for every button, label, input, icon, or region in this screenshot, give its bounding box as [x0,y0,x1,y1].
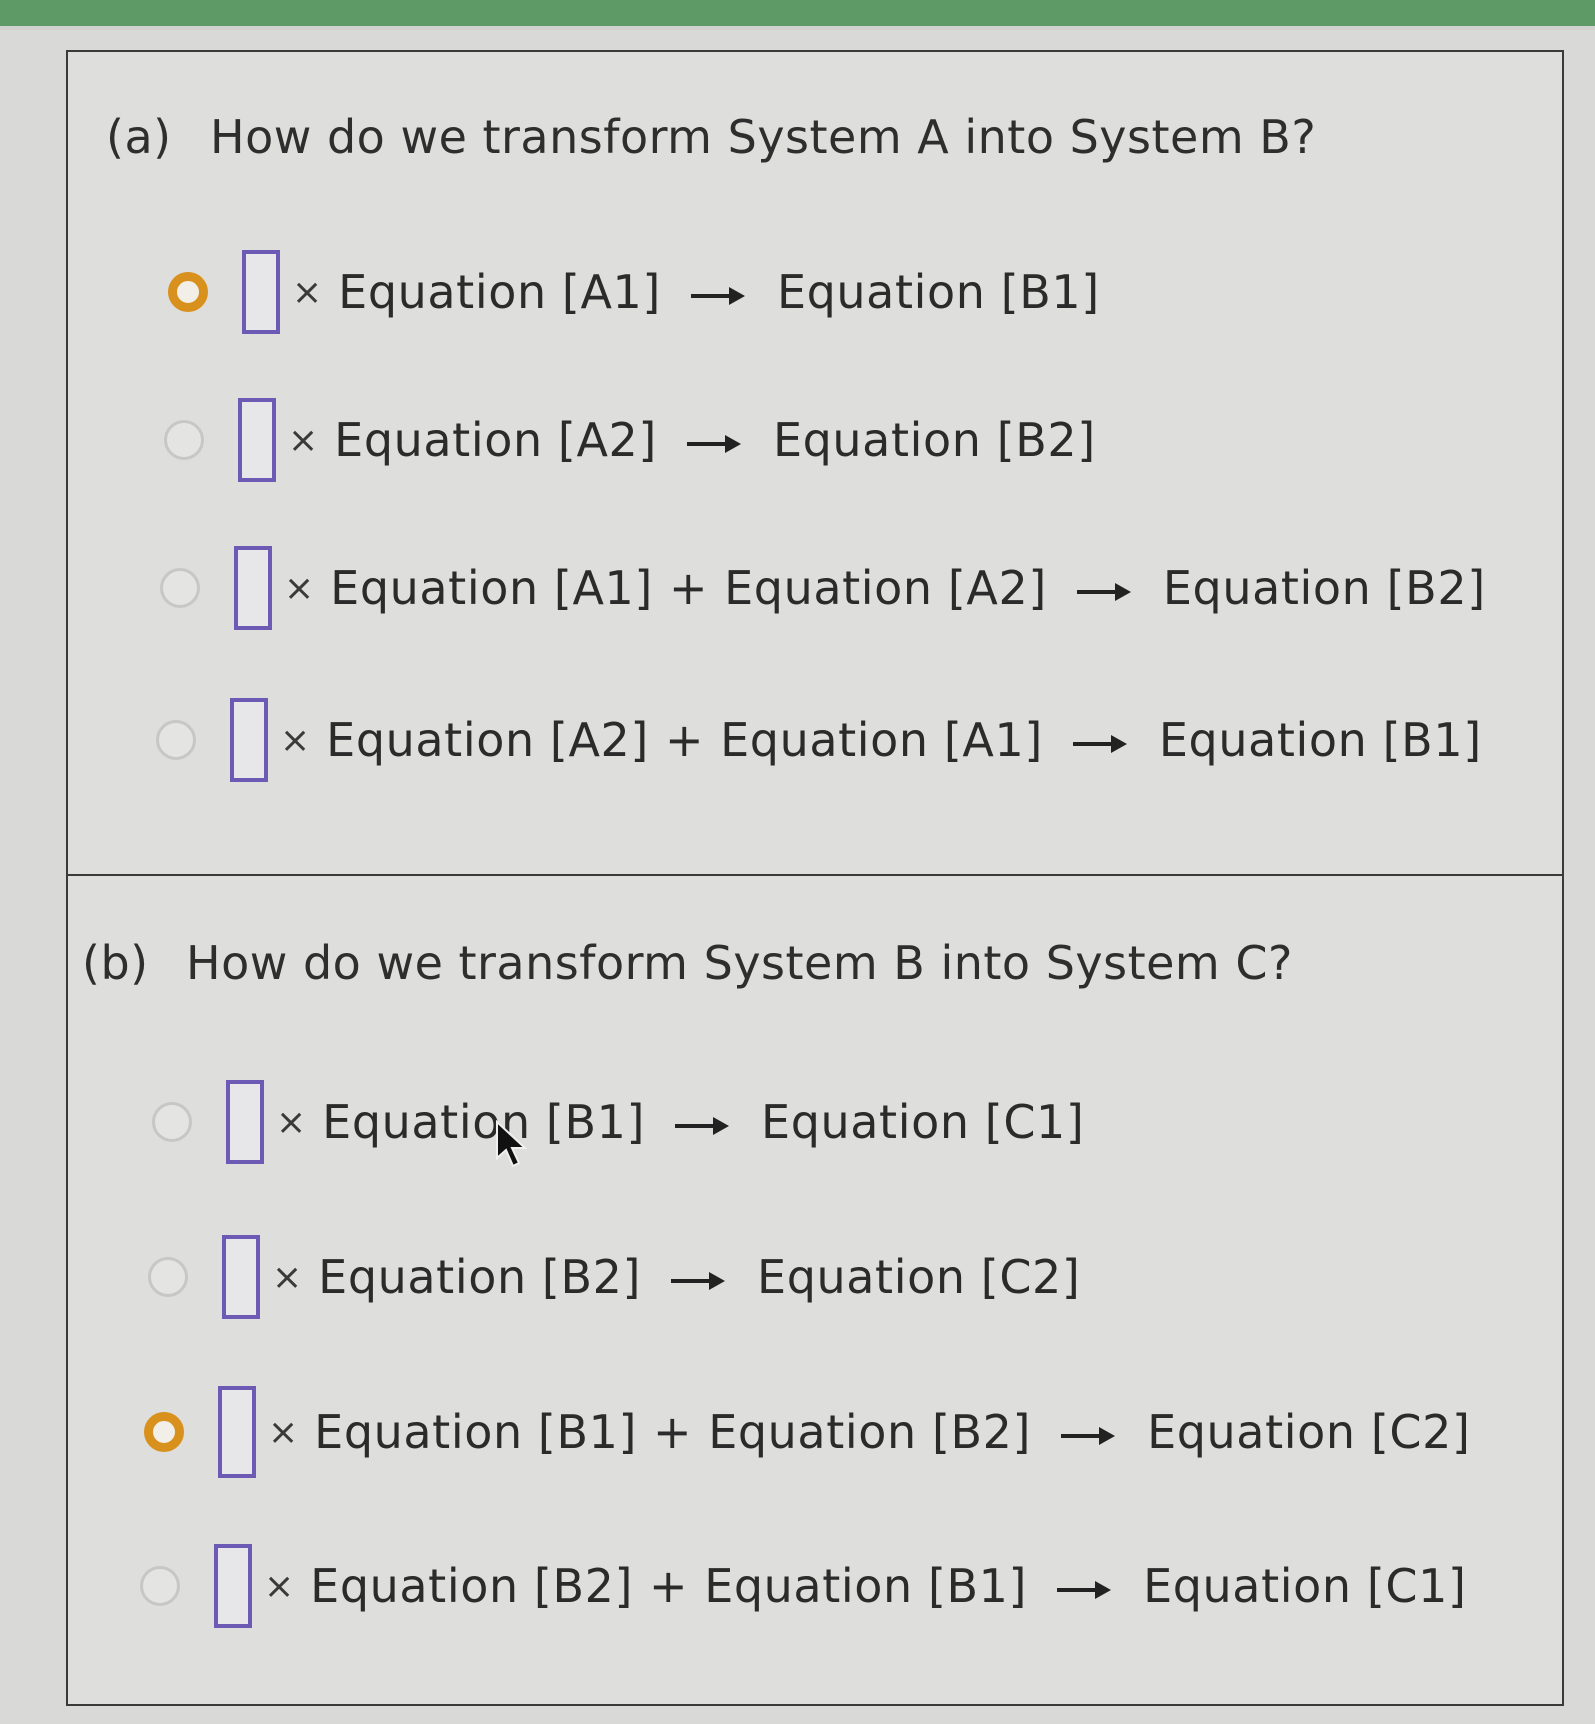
plus-sign: + [664,713,705,767]
option-expression: Equation [A1] + Equation [A2] Equation [B2] [330,561,1486,615]
question-section-a: (a) How do we transform System A into Sys… [68,52,1562,876]
equation-term: Equation [A1] [720,713,1043,767]
option-expression: Equation [B2] Equation [C2] [318,1250,1080,1304]
radio-button[interactable] [144,1412,184,1452]
option-b3[interactable]: × Equation [B1] + Equation [B2] Equation [C… [144,1377,1524,1487]
equation-term: Equation [B2] [318,1250,642,1304]
coefficient-input[interactable] [234,546,272,630]
radio-button[interactable] [140,1566,180,1606]
option-b2[interactable]: × Equation [B2] Equation [C2] [148,1222,1528,1332]
times-sign: × [280,719,311,761]
right-arrow-icon [671,1271,727,1291]
right-arrow-icon [1076,582,1133,602]
equation-result: Equation [C2] [757,1250,1081,1304]
equation-result: Equation [B1] [1158,713,1482,767]
option-expression: Equation [A1] Equation [B1] [338,265,1100,319]
equation-term: Equation [B1] [704,1559,1028,1613]
radio-button[interactable] [156,720,196,760]
equation-result: Equation [B2] [772,413,1096,467]
plus-sign: + [668,561,709,615]
times-sign: × [272,1256,303,1298]
radio-button[interactable] [168,272,208,312]
question-b-text: How do we transform System B into System… [186,936,1293,990]
option-b1[interactable]: × Equation [B1] Equation [C1] [152,1067,1532,1177]
times-sign: × [268,1411,299,1453]
equation-result: Equation [B1] [776,265,1100,319]
plus-sign: + [653,1405,693,1459]
coefficient-input[interactable] [218,1386,256,1478]
option-expression: Equation [B2] + Equation [B1] Equation [C1] [310,1559,1466,1613]
right-arrow-icon [686,434,743,454]
times-sign: × [276,1101,307,1143]
equation-term: Equation [A1] [338,265,661,319]
coefficient-input[interactable] [238,398,276,482]
equation-result: Equation [C2] [1147,1405,1471,1459]
times-sign: × [292,271,323,313]
radio-button[interactable] [160,568,200,608]
right-arrow-icon [1072,734,1129,754]
equation-result: Equation [C1] [1143,1559,1467,1613]
question-section-b: (b) How do we transform System B into Sys… [68,876,1562,1706]
equation-term: Equation [A2] [724,561,1047,615]
option-b4[interactable]: × Equation [B2] + Equation [B1] Equation [C… [140,1531,1520,1641]
equation-term: Equation [A1] [330,561,653,615]
times-sign: × [284,567,315,609]
question-a-title: (a) How do we transform System A into Sys… [106,110,1316,164]
equation-result: Equation [C1] [761,1095,1085,1149]
option-a4[interactable]: × Equation [A2] + Equation [A1] Equation [B… [156,685,1536,795]
radio-button[interactable] [164,420,204,460]
coefficient-input[interactable] [214,1544,252,1628]
question-b-label: (b) [82,936,149,990]
equation-term: Equation [B2] [310,1559,634,1613]
plus-sign: + [649,1559,689,1613]
coefficient-input[interactable] [230,698,268,782]
coefficient-input[interactable] [242,250,280,334]
times-sign: × [264,1565,295,1607]
window-top-strip [0,0,1595,30]
coefficient-input[interactable] [226,1080,264,1164]
right-arrow-icon [690,286,747,306]
equation-term: Equation [A2] [334,413,657,467]
radio-button[interactable] [152,1102,192,1142]
equation-term: Equation [B2] [708,1405,1032,1459]
right-arrow-icon [675,1116,731,1136]
option-a1[interactable]: × Equation [A1] Equation [B1] [168,237,1548,347]
coefficient-input[interactable] [222,1235,260,1319]
option-a2[interactable]: × Equation [A2] Equation [B2] [164,385,1544,495]
right-arrow-icon [1061,1426,1117,1446]
equation-term: Equation [A2] [326,713,649,767]
option-expression: Equation [A2] + Equation [A1] Equation [B1] [326,713,1482,767]
question-panel: (a) How do we transform System A into Sys… [66,50,1564,1706]
question-a-text: How do we transform System A into System… [210,110,1317,164]
option-expression: Equation [B1] + Equation [B2] Equation [C2] [314,1405,1470,1459]
equation-result: Equation [B2] [1162,561,1486,615]
times-sign: × [288,419,319,461]
option-a3[interactable]: × Equation [A1] + Equation [A2] Equation [B… [160,533,1540,643]
equation-term: Equation [B1] [314,1405,638,1459]
option-expression: Equation [B1] Equation [C1] [322,1095,1084,1149]
radio-button[interactable] [148,1257,188,1297]
right-arrow-icon [1057,1580,1113,1600]
option-expression: Equation [A2] Equation [B2] [334,413,1096,467]
equation-term: Equation [B1] [322,1095,646,1149]
question-a-label: (a) [106,110,172,164]
mouse-cursor-icon [496,1120,528,1168]
question-b-title: (b) How do we transform System B into Sys… [82,936,1293,990]
